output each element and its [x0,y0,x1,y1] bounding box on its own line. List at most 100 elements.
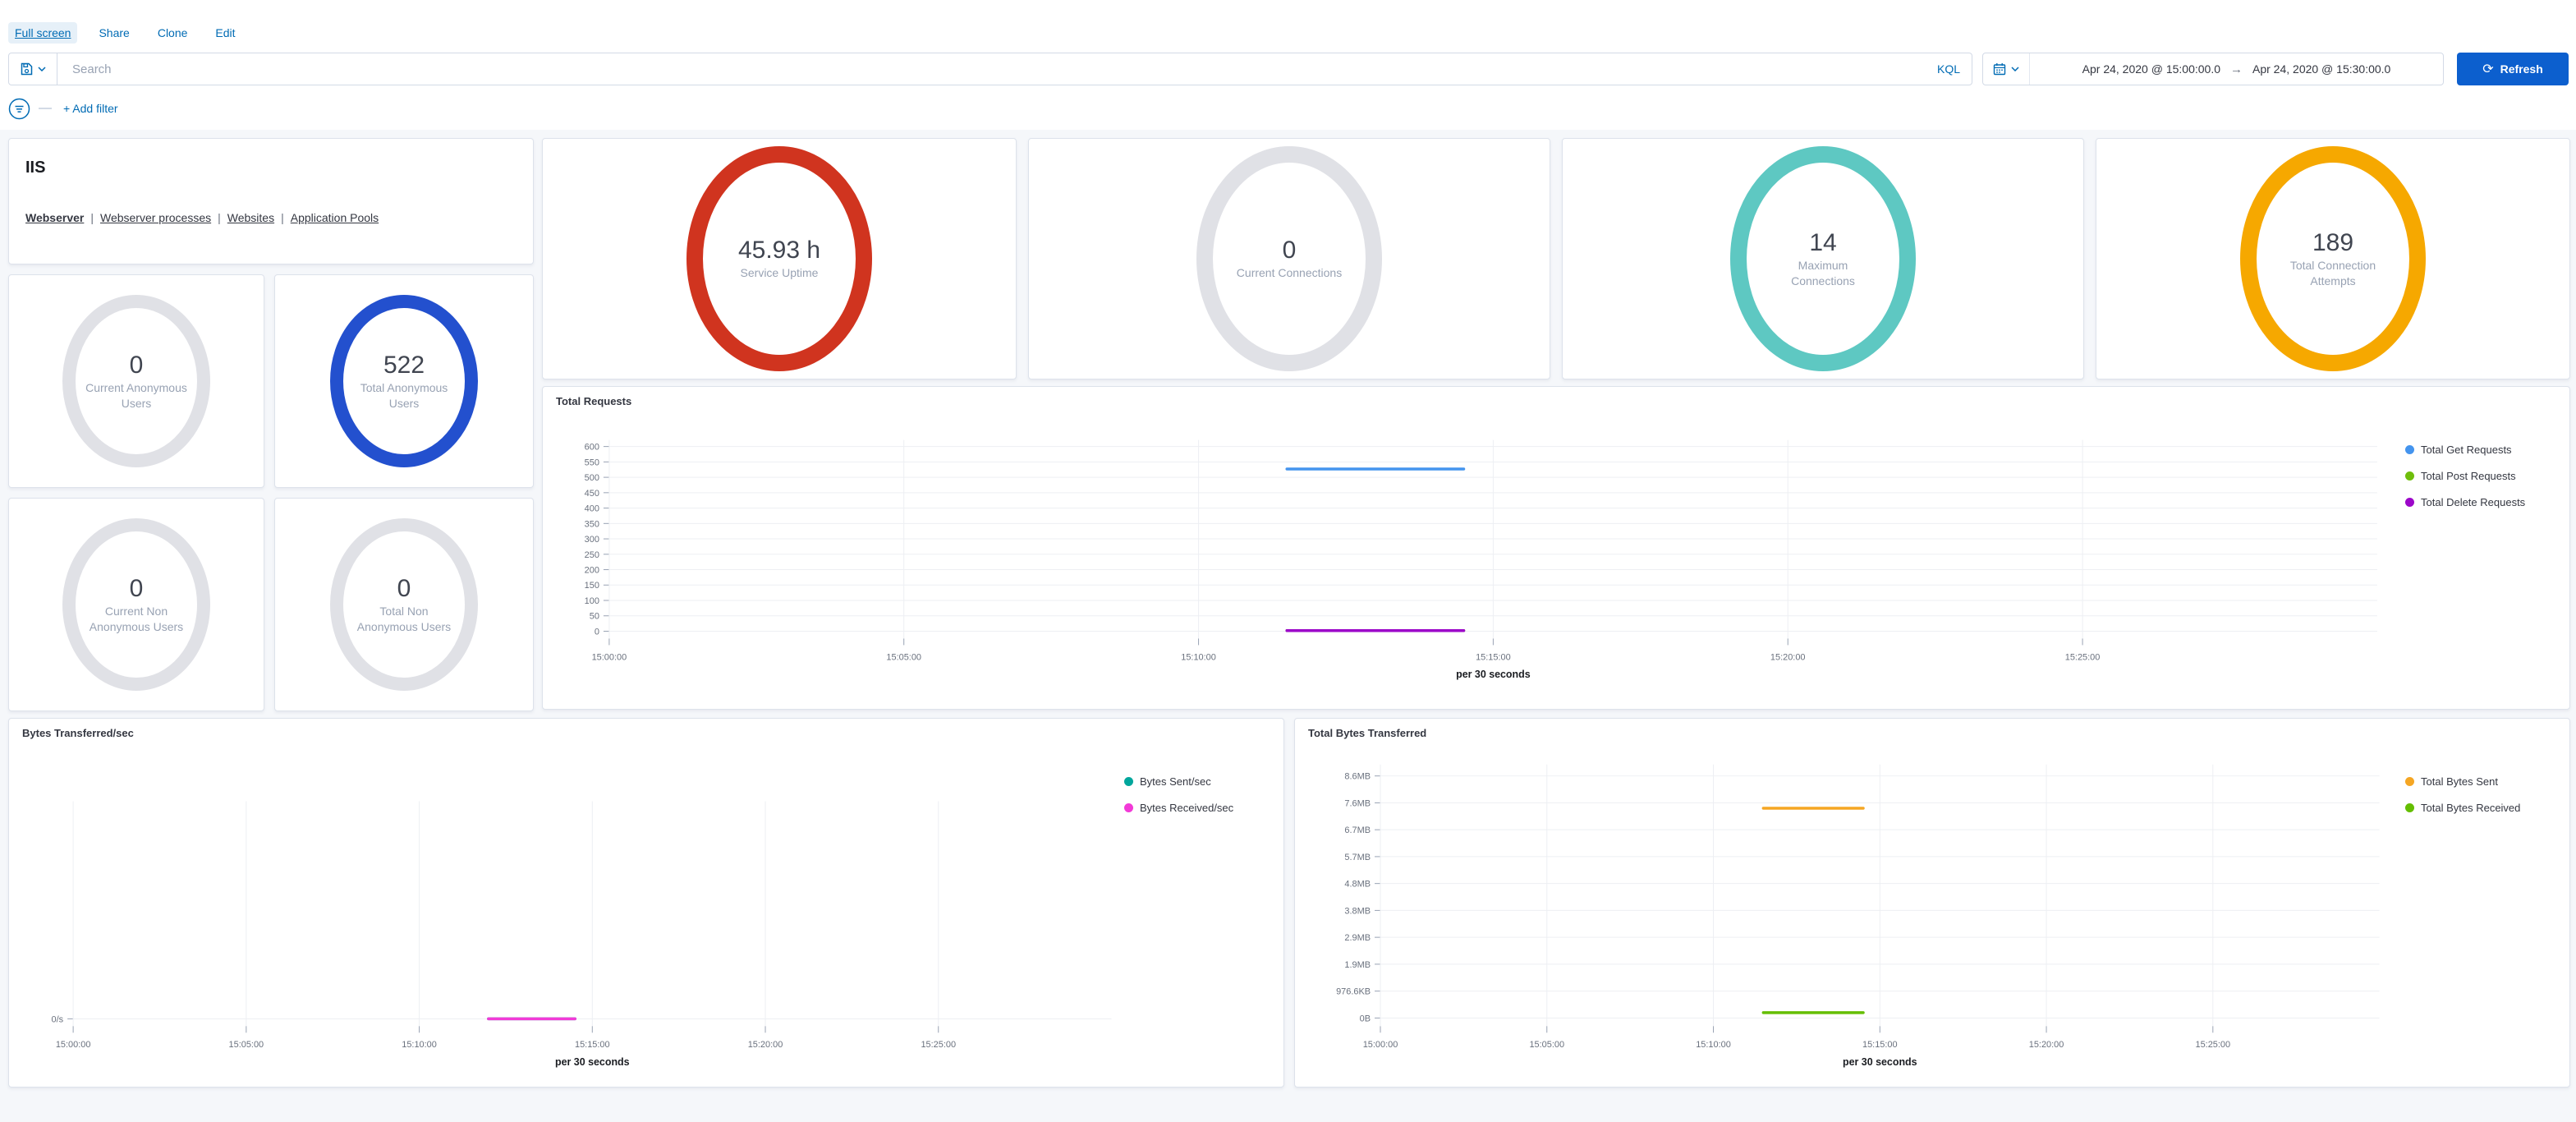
query-language-button[interactable]: KQL [1937,62,1960,76]
legend-item[interactable]: Total Post Requests [2405,469,2525,483]
full-screen-link[interactable]: Full screen [8,22,77,44]
legend-item[interactable]: Total Bytes Sent [2405,775,2520,789]
legend-item[interactable]: Total Delete Requests [2405,495,2525,509]
svg-text:350: 350 [585,519,599,529]
svg-text:150: 150 [585,581,599,591]
svg-text:7.6MB: 7.6MB [1344,798,1371,808]
gauge-label: Maximum Connections [1770,258,1876,287]
svg-text:300: 300 [585,535,599,545]
bytes-per-sec-chart: 0/s15:00:0015:05:0015:10:0015:15:0015:20… [9,719,1283,1087]
svg-text:15:25:00: 15:25:00 [2196,1040,2231,1050]
svg-text:8.6MB: 8.6MB [1344,772,1371,782]
total-bytes-chart: 0B976.6KB1.9MB2.9MB3.8MB4.8MB5.7MB6.7MB7… [1295,719,2569,1087]
panel-iis-links: IIS Webserver | Webserver processes | Websit… [8,138,534,264]
panel-total-bytes: Total Bytes Transferred 0B976.6KB1.9MB2.… [1294,718,2570,1088]
chevron-down-icon [2011,67,2019,71]
svg-text:976.6KB: 976.6KB [1336,987,1371,997]
svg-text:400: 400 [585,504,599,514]
refresh-button[interactable]: ⟳ Refresh [2457,53,2569,85]
add-filter-button[interactable]: + Add filter [63,102,118,115]
filter-icon[interactable] [8,98,30,120]
filter-divider [39,108,52,109]
saved-query-menu-button[interactable] [8,53,57,85]
svg-text:per 30 seconds: per 30 seconds [1456,669,1531,680]
dashboard-menu: Full screen Share Clone Edit [8,22,242,44]
legend-item[interactable]: Total Bytes Received [2405,801,2520,815]
svg-text:per 30 seconds: per 30 seconds [1843,1056,1917,1068]
svg-text:15:20:00: 15:20:00 [2029,1040,2064,1050]
link-separator: | [281,211,284,224]
gauge-value: 45.93 h [738,237,820,264]
svg-text:15:00:00: 15:00:00 [592,652,627,662]
iis-title: IIS [25,159,45,177]
legend-dot [1124,777,1133,786]
link-application-pools[interactable]: Application Pools [291,211,379,224]
share-link[interactable]: Share [92,22,135,44]
panel-maximum-connections: 14 Maximum Connections [1562,138,2084,379]
svg-text:0: 0 [595,627,599,637]
date-range-start[interactable]: Apr 24, 2020 @ 15:00:00.0 [2082,62,2220,76]
legend-item[interactable]: Total Get Requests [2405,443,2525,457]
gauge-value: 0 [1283,237,1297,264]
save-icon [20,62,33,76]
svg-text:15:15:00: 15:15:00 [575,1040,610,1050]
svg-text:200: 200 [585,566,599,576]
panel-current-non-anonymous-users: 0 Current Non Anonymous Users [8,498,264,711]
link-separator: | [218,211,221,224]
date-range-end[interactable]: Apr 24, 2020 @ 15:30:00.0 [2252,62,2390,76]
legend-item[interactable]: Bytes Sent/sec [1124,775,1233,789]
legend-dot [1124,803,1133,812]
svg-text:1.9MB: 1.9MB [1344,960,1371,970]
total-bytes-legend: Total Bytes Sent Total Bytes Received [2405,775,2520,815]
svg-text:15:05:00: 15:05:00 [229,1040,264,1050]
svg-text:15:20:00: 15:20:00 [1770,652,1806,662]
search-input[interactable]: Search KQL [57,53,1972,85]
svg-text:15:10:00: 15:10:00 [1181,652,1216,662]
gauge-value: 0 [130,575,144,602]
svg-text:15:25:00: 15:25:00 [2065,652,2101,662]
clone-link[interactable]: Clone [151,22,195,44]
legend-dot [2405,498,2414,507]
gauge-label: Current Non Anonymous Users [82,604,191,633]
date-quick-menu-button[interactable] [1983,53,2030,85]
panel-current-anonymous-users: 0 Current Anonymous Users [8,274,264,488]
gauge-label: Service Uptime [726,265,833,280]
gauge-label: Total Anonymous Users [350,380,458,410]
svg-text:15:20:00: 15:20:00 [748,1040,783,1050]
svg-text:per 30 seconds: per 30 seconds [555,1056,630,1068]
svg-text:550: 550 [585,458,599,467]
date-range-text: Apr 24, 2020 @ 15:00:00.0 → Apr 24, 2020… [2030,62,2443,76]
date-range-picker[interactable]: Apr 24, 2020 @ 15:00:00.0 → Apr 24, 2020… [1982,53,2444,85]
edit-link[interactable]: Edit [209,22,241,44]
svg-text:15:05:00: 15:05:00 [1529,1040,1564,1050]
legend-dot [2405,445,2414,454]
svg-text:6.7MB: 6.7MB [1344,825,1371,835]
svg-text:3.8MB: 3.8MB [1344,906,1371,916]
panel-total-requests: Total Requests 0501001502002503003504004… [542,386,2570,710]
link-websites[interactable]: Websites [227,211,274,224]
svg-text:500: 500 [585,473,599,483]
total-requests-chart: 05010015020025030035040045050055060015:0… [543,387,2569,709]
link-webserver[interactable]: Webserver [25,211,84,224]
calendar-icon [1993,62,2006,76]
legend-dot [2405,803,2414,812]
panel-service-uptime: 45.93 h Service Uptime [542,138,1017,379]
svg-text:15:15:00: 15:15:00 [1862,1040,1898,1050]
svg-text:15:10:00: 15:10:00 [1696,1040,1731,1050]
svg-text:15:25:00: 15:25:00 [921,1040,956,1050]
legend-item[interactable]: Bytes Received/sec [1124,801,1233,815]
svg-text:15:05:00: 15:05:00 [886,652,921,662]
svg-text:0/s: 0/s [52,1014,64,1024]
link-webserver-processes[interactable]: Webserver processes [100,211,211,224]
iis-links: Webserver|Webserver processes|Websites|A… [25,211,379,224]
bytes-per-sec-legend: Bytes Sent/sec Bytes Received/sec [1124,775,1233,815]
legend-dot [2405,777,2414,786]
panel-total-non-anonymous-users: 0 Total Non Anonymous Users [274,498,534,711]
filter-bar: + Add filter [8,97,118,120]
refresh-label: Refresh [2500,62,2543,76]
svg-text:15:00:00: 15:00:00 [1363,1040,1398,1050]
gauge-label: Total Connection Attempts [2280,258,2386,287]
svg-text:15:00:00: 15:00:00 [56,1040,91,1050]
svg-text:4.8MB: 4.8MB [1344,880,1371,890]
gauge-label: Current Anonymous Users [82,380,191,410]
